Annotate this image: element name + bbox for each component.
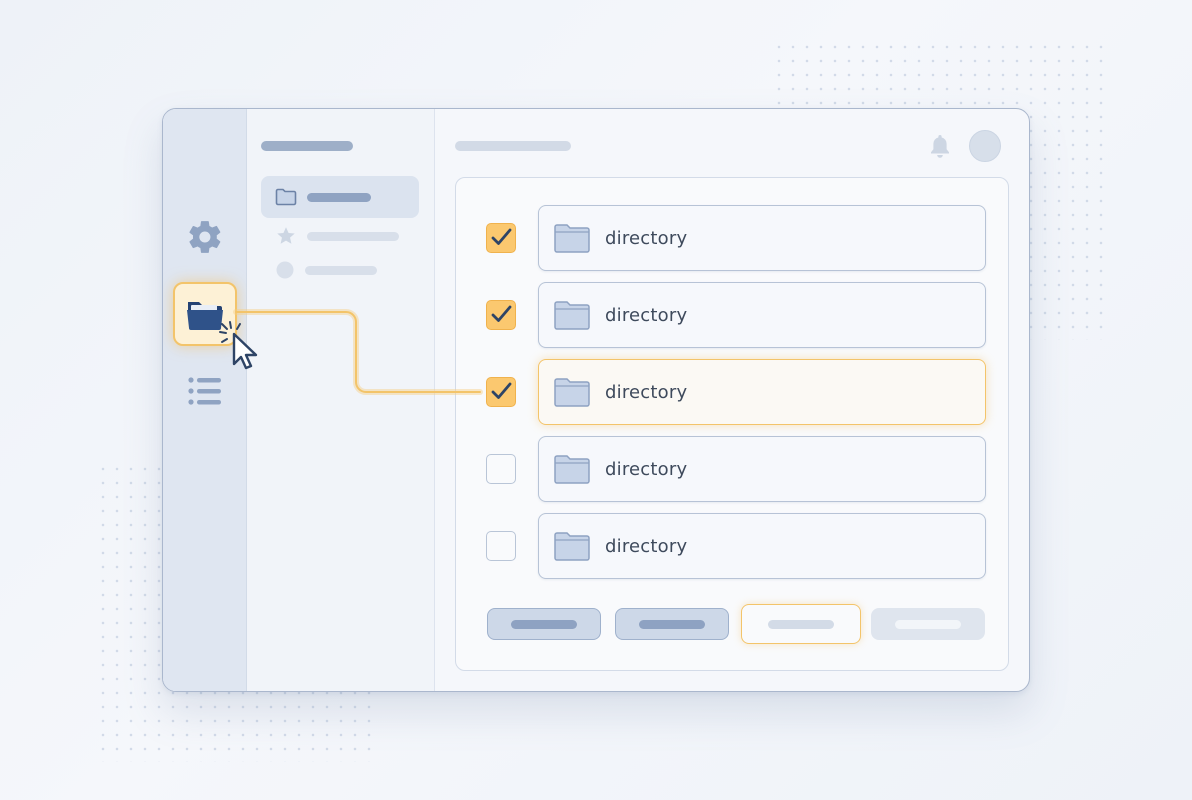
action-button-2[interactable] xyxy=(615,608,729,640)
directory-item[interactable]: directory xyxy=(538,282,986,348)
directory-checkbox[interactable] xyxy=(486,223,516,253)
sidebar-item-label-placeholder xyxy=(307,192,371,202)
directory-label: directory xyxy=(605,381,688,403)
sidebar-item-label-placeholder xyxy=(305,265,377,275)
directory-label: directory xyxy=(605,304,688,326)
button-label-placeholder xyxy=(895,619,961,629)
sidebar-item-starred[interactable] xyxy=(261,217,419,255)
sidebar-nav xyxy=(247,109,435,691)
directory-panel: directory directory directory directory … xyxy=(455,177,1009,671)
icon-rail xyxy=(163,109,247,691)
circle-icon xyxy=(276,261,294,279)
list-item: directory xyxy=(486,513,988,579)
directory-item[interactable]: directory xyxy=(538,359,986,425)
folder-icon xyxy=(554,532,590,561)
list-item: directory xyxy=(486,205,988,271)
directory-item[interactable]: directory xyxy=(538,513,986,579)
sidebar-title-placeholder xyxy=(261,141,353,151)
list-item: directory xyxy=(486,436,988,502)
directory-checkbox[interactable] xyxy=(486,377,516,407)
app-window: directory directory directory directory … xyxy=(162,108,1030,692)
sidebar-item-label-placeholder xyxy=(307,231,399,241)
directory-checkbox[interactable] xyxy=(486,454,516,484)
list-item: directory xyxy=(486,359,988,425)
list-view-button[interactable] xyxy=(185,371,225,411)
checkmark-icon xyxy=(491,382,512,399)
bell-icon xyxy=(931,135,949,158)
folder-icon xyxy=(554,378,590,407)
sidebar-item-folders[interactable] xyxy=(261,176,419,218)
folder-icon xyxy=(275,188,297,206)
directory-checkbox[interactable] xyxy=(486,300,516,330)
notifications-button[interactable] xyxy=(929,133,951,159)
button-label-placeholder xyxy=(768,619,834,629)
page-title-placeholder xyxy=(455,141,571,151)
list-icon xyxy=(188,377,221,405)
folder-icon xyxy=(554,301,590,330)
directory-item[interactable]: directory xyxy=(538,205,986,271)
button-label-placeholder xyxy=(639,619,705,629)
action-button-4-disabled[interactable] xyxy=(871,608,985,640)
checkmark-icon xyxy=(491,305,512,322)
checkmark-icon xyxy=(491,228,512,245)
action-button-1[interactable] xyxy=(487,608,601,640)
mouse-pointer-icon xyxy=(218,320,270,372)
button-label-placeholder xyxy=(511,619,577,629)
star-icon xyxy=(277,227,295,244)
directory-checkbox[interactable] xyxy=(486,531,516,561)
sidebar-item-recent[interactable] xyxy=(261,251,419,289)
directory-label: directory xyxy=(605,535,688,557)
list-item: directory xyxy=(486,282,988,348)
avatar[interactable] xyxy=(969,130,1001,162)
gear-icon xyxy=(189,221,221,253)
folder-icon xyxy=(554,224,590,253)
action-button-3[interactable] xyxy=(741,604,861,644)
directory-label: directory xyxy=(605,458,688,480)
directory-label: directory xyxy=(605,227,688,249)
settings-button[interactable] xyxy=(185,217,225,257)
folder-icon xyxy=(554,455,590,484)
directory-item[interactable]: directory xyxy=(538,436,986,502)
